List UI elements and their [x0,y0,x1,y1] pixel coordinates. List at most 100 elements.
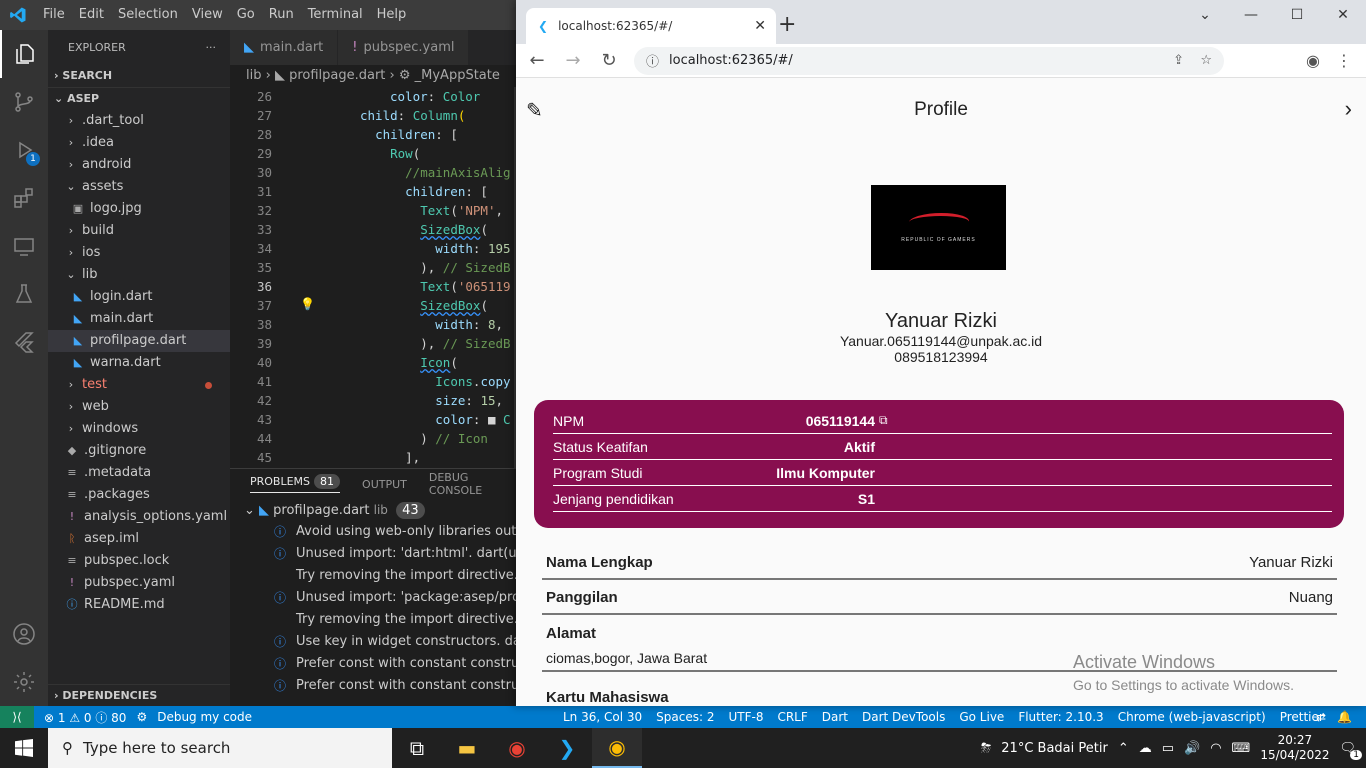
menu-edit[interactable]: Edit [72,0,111,30]
tree-item[interactable]: ⌄ assets [48,176,230,198]
testing-icon[interactable] [0,270,48,318]
problem-row[interactable]: ⓘ Use key in widget constructors. dart(u [230,631,516,653]
menu-file[interactable]: File [36,0,72,30]
tree-item[interactable]: › windows [48,418,230,440]
breadcrumb[interactable]: lib › ◣ profilpage.dart › ⚙ _MyAppState [230,65,516,87]
status-item[interactable]: Dart DevTools [862,710,945,724]
forward-icon[interactable]: → [562,50,584,71]
tree-item[interactable]: › .dart_tool [48,110,230,132]
tree-item[interactable]: › .idea [48,132,230,154]
address-bar[interactable]: ⓘ localhost:62365/#/ ⇪ ☆ [634,46,1224,75]
account-icon[interactable] [0,610,48,658]
menu-go[interactable]: Go [230,0,262,30]
status-item[interactable]: Spaces: 2 [656,710,714,724]
vscode-taskbar-icon[interactable]: ❯ [542,728,592,768]
problem-row[interactable]: ⓘ Unused import: 'dart:html'. dart(unuse [230,543,516,565]
menu-terminal[interactable]: Terminal [301,0,370,30]
explorer-icon[interactable] [0,30,48,78]
menu-run[interactable]: Run [262,0,301,30]
tree-item[interactable]: ◣ main.dart [48,308,230,330]
status-item[interactable]: Go Live [959,710,1004,724]
tab-main-dart[interactable]: ◣ main.dart [230,30,339,65]
source-control-icon[interactable] [0,78,48,126]
status-item[interactable]: Ln 36, Col 30 [563,710,642,724]
reload-icon[interactable]: ↻ [598,50,620,71]
chevron-right-icon[interactable]: › [1345,96,1352,122]
tree-item[interactable]: ◣ login.dart [48,286,230,308]
tab-problems[interactable]: PROBLEMS 81 [250,474,341,493]
tree-item[interactable]: › web [48,396,230,418]
network-icon[interactable]: ◠ [1210,741,1221,756]
problem-row[interactable]: ⓘ Unused import: 'package:asep/profilpa [230,587,516,609]
tree-item[interactable]: ≡ .metadata [48,462,230,484]
onedrive-icon[interactable]: ☁ [1139,741,1152,756]
share-icon[interactable]: ⇪ [1173,53,1184,68]
tree-item[interactable]: › ios [48,242,230,264]
tree-item[interactable]: ≡ pubspec.lock [48,550,230,572]
status-item[interactable]: Dart [822,710,848,724]
status-item[interactable]: Chrome (web-javascript) [1118,710,1266,724]
flutter-icon[interactable] [0,318,48,366]
weather-text[interactable]: 21°C Badai Petir [1001,741,1108,756]
weather-icon[interactable]: ⛈ [981,741,991,756]
problem-row[interactable]: Try removing the import directive. [230,565,516,587]
status-item[interactable]: Flutter: 2.10.3 [1018,710,1103,724]
action-center-icon[interactable]: 🗨 1 [1339,741,1362,760]
clock[interactable]: 20:27 15/04/2022 [1260,733,1329,763]
tab-pubspec-yaml[interactable]: ! pubspec.yaml [338,30,470,65]
profile-avatar-icon[interactable]: ◉ [1306,51,1320,70]
site-info-icon[interactable]: ⓘ [646,51,659,70]
project-section[interactable]: ⌄ ASEP [48,88,230,110]
menu-selection[interactable]: Selection [111,0,185,30]
extensions-icon[interactable] [0,174,48,222]
battery-icon[interactable]: ▭ [1162,741,1174,756]
close-tab-icon[interactable]: ✕ [754,18,766,34]
menu-view[interactable]: View [185,0,230,30]
notifications-bell-icon[interactable]: 🔔 [1337,710,1352,724]
close-window-icon[interactable]: ✕ [1320,0,1366,30]
windows-start-icon[interactable] [0,728,48,768]
debug-status[interactable]: Debug my code [157,710,252,724]
tree-item[interactable]: › android [48,154,230,176]
status-item[interactable]: UTF-8 [728,710,763,724]
dependencies-section[interactable]: › DEPENDENCIES [48,684,230,706]
maximize-icon[interactable]: ☐ [1274,0,1320,30]
volume-icon[interactable]: 🔊 [1184,741,1200,756]
tree-item[interactable]: ! analysis_options.yaml [48,506,230,528]
tree-item[interactable]: ◣ profilpage.dart [48,330,230,352]
tab-debug-console[interactable]: DEBUG CONSOLE [429,471,494,497]
minimize-icon[interactable]: — [1228,0,1274,30]
file-explorer-icon[interactable]: ▬ [442,728,492,768]
problem-file-row[interactable]: ⌄ ◣ profilpage.dart lib 43 [230,499,516,521]
tree-item[interactable]: ≡ .packages [48,484,230,506]
new-tab-icon[interactable]: + [778,12,796,37]
status-item[interactable]: CRLF [777,710,807,724]
tab-output[interactable]: OUTPUT [362,478,407,491]
tree-item[interactable]: › build [48,220,230,242]
tray-chevron-icon[interactable]: ⌃ [1118,741,1129,756]
chrome-menu-icon[interactable]: ⋮ [1336,51,1352,70]
bookmark-star-icon[interactable]: ☆ [1200,53,1212,68]
tab-search-icon[interactable]: ⌄ [1182,0,1228,30]
tree-item[interactable]: ᚱ asep.iml [48,528,230,550]
problem-row[interactable]: ⓘ Prefer const with constant constructor [230,653,516,675]
chrome-taskbar-icon[interactable]: ◉ [592,728,642,768]
feedback-icon[interactable]: ⇄ [1316,710,1326,724]
problem-row[interactable]: Try removing the import directive. [230,609,516,631]
browser-tab[interactable]: ❮ localhost:62365/#/ ✕ [526,8,776,44]
copy-icon[interactable]: ⧉ [879,413,888,428]
tree-item[interactable]: ◣ warna.dart [48,352,230,374]
tree-item[interactable]: ⓘ README.md [48,594,230,616]
code-editor[interactable]: 26 color: Color 27 child: Column(28 childre… [230,87,516,492]
back-icon[interactable]: ← [526,50,548,71]
menu-help[interactable]: Help [370,0,414,30]
more-actions-button[interactable]: ··· [206,30,217,65]
tree-item[interactable]: › test [48,374,230,396]
run-debug-icon[interactable]: 1 [0,126,48,174]
chrome-profile-icon[interactable]: ◉ [492,728,542,768]
problem-row[interactable]: ⓘ Prefer const with constant constructor [230,675,516,697]
tree-item[interactable]: ◆ .gitignore [48,440,230,462]
task-view-icon[interactable]: ⧉ [392,728,442,768]
manage-gear-icon[interactable] [0,658,48,706]
problem-row[interactable]: ⓘ Avoid using web-only libraries outside [230,521,516,543]
